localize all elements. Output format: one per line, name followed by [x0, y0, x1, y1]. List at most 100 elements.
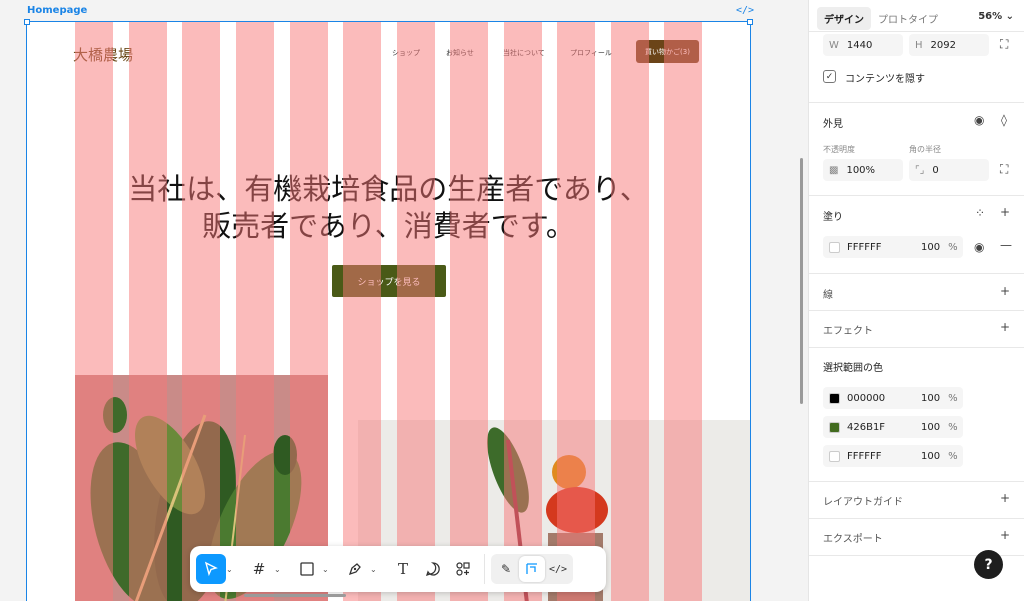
fill-color-field[interactable]: FFFFFF 100 % [823, 236, 963, 258]
color-hex: 426B1F [847, 421, 886, 433]
fill-hex: FFFFFF [847, 241, 882, 253]
divider [809, 310, 1024, 311]
color-hex: 000000 [847, 392, 886, 404]
actions-icon[interactable] [448, 554, 478, 584]
divider [809, 347, 1024, 348]
effects-section-title: エフェクト [823, 326, 873, 337]
layout-guide-section-title: レイアウトガイド [823, 497, 903, 508]
frame-tool-icon[interactable]: # [244, 554, 274, 584]
divider [809, 481, 1024, 482]
homepage-frame[interactable]: 大橋農場 ショップ お知らせ 当社について プロフィール 買い物かご(3) 当社… [26, 21, 751, 601]
color-opacity: 100 [921, 450, 941, 462]
cart-button[interactable]: 買い物かご(3) [636, 40, 699, 63]
design-canvas[interactable]: Homepage </> 大橋農場 ショップ お知らせ 当社について プロフィー… [0, 0, 808, 601]
opacity-label: 不透明度 [823, 145, 855, 154]
selection-color-row[interactable]: 426B1F 100 % [823, 416, 963, 438]
pct-sign: % [948, 421, 958, 433]
text-tool-icon[interactable]: T [388, 554, 418, 584]
move-tool-icon[interactable] [196, 554, 226, 584]
opacity-field[interactable]: ▩ 100% [823, 159, 903, 181]
independent-corners-icon[interactable]: ⛶ [1000, 162, 1008, 177]
appearance-section-title: 外見 [823, 119, 843, 130]
add-export-icon[interactable]: + [1000, 528, 1010, 542]
fill-opacity: 100 [921, 241, 941, 253]
corner-radius-field[interactable]: ⌜⌟ 0 [909, 159, 989, 181]
nav-shop[interactable]: ショップ [392, 48, 420, 58]
code-icon[interactable]: </> [736, 5, 754, 16]
hero-heading-line1: 当社は、有機栽培食品の生産者であり、 [128, 172, 649, 206]
radius-label: 角の半径 [909, 145, 941, 154]
eye-icon[interactable]: ◉ [974, 240, 984, 254]
vertical-scrollbar[interactable] [800, 158, 803, 404]
mode-switcher: ✎ </> [491, 554, 573, 584]
remove-fill-icon[interactable]: — [1000, 238, 1012, 252]
corner-radius-value: 0 [932, 164, 939, 176]
chevron-down-icon[interactable]: ⌄ [226, 565, 236, 574]
color-opacity: 100 [921, 392, 941, 404]
eye-icon[interactable]: ◉ [974, 113, 984, 127]
color-hex: FFFFFF [847, 450, 882, 462]
divider [809, 518, 1024, 519]
zoom-value: 56% [978, 11, 1003, 22]
height-value: 2092 [930, 39, 956, 51]
fill-section-title: 塗り [823, 212, 843, 223]
height-field[interactable]: H 2092 [909, 34, 989, 56]
export-section-title: エクスポート [823, 534, 883, 545]
add-effect-icon[interactable]: + [1000, 320, 1010, 334]
nav-news[interactable]: お知らせ [446, 48, 474, 58]
pct-sign: % [948, 450, 958, 462]
opacity-icon: ▩ [829, 164, 839, 176]
hero-heading-line2: 販売者であり、消費者です。 [202, 209, 575, 243]
stroke-section-title: 線 [823, 290, 833, 301]
selection-color-row[interactable]: 000000 100 % [823, 387, 963, 409]
chevron-down-icon[interactable]: ⌄ [322, 565, 332, 574]
nav-profile[interactable]: プロフィール [570, 48, 612, 58]
divider [809, 273, 1024, 274]
pct-sign: % [948, 241, 958, 253]
add-layout-guide-icon[interactable]: + [1000, 491, 1010, 505]
zoom-level[interactable]: 56% ⌄ [978, 11, 1014, 22]
styles-grid-icon[interactable]: ⁘ [975, 206, 985, 220]
blend-mode-icon[interactable]: ◊ [1001, 113, 1007, 127]
site-logo: 大橋農場 [73, 46, 134, 64]
width-label: W [829, 39, 839, 51]
design-mode-icon[interactable] [519, 556, 545, 582]
color-opacity: 100 [921, 421, 941, 433]
clip-content-checkbox[interactable]: ✓ [823, 70, 836, 83]
tab-prototype[interactable]: プロトタイプ [871, 7, 945, 30]
horizontal-scrollbar[interactable] [244, 594, 346, 597]
add-fill-icon[interactable]: + [1000, 205, 1010, 219]
divider [809, 195, 1024, 196]
help-button[interactable]: ? [974, 550, 1003, 579]
divider [809, 102, 1024, 103]
draw-mode-icon[interactable]: ✎ [493, 556, 519, 582]
divider [809, 31, 1024, 32]
chevron-down-icon: ⌄ [1005, 11, 1014, 22]
width-value: 1440 [846, 39, 873, 51]
resize-handle-top-right[interactable] [747, 19, 753, 25]
toolbar-divider [484, 554, 485, 584]
pen-tool-icon[interactable] [340, 554, 370, 584]
color-swatch[interactable] [829, 392, 840, 404]
nav-about[interactable]: 当社について [503, 48, 545, 58]
add-stroke-icon[interactable]: + [1000, 284, 1010, 298]
rectangle-tool-icon[interactable] [292, 554, 322, 584]
fill-swatch[interactable] [829, 241, 840, 253]
chevron-down-icon[interactable]: ⌄ [274, 565, 284, 574]
frame-label[interactable]: Homepage [27, 5, 87, 16]
resize-handle-top-left[interactable] [24, 19, 30, 25]
dev-mode-icon[interactable]: </> [545, 556, 571, 582]
selection-color-row[interactable]: FFFFFF 100 % [823, 445, 963, 467]
height-label: H [915, 39, 923, 51]
bottom-toolbar: ⌄ # ⌄ ⌄ ⌄ T ✎ </> [190, 546, 606, 592]
comment-tool-icon[interactable] [418, 554, 448, 584]
chevron-down-icon[interactable]: ⌄ [370, 565, 380, 574]
properties-panel: デザイン プロトタイプ 56% ⌄ W 1440 H 2092 ⛶ ✓ コンテンツを… [808, 0, 1024, 601]
tab-design[interactable]: デザイン [817, 7, 871, 30]
opacity-value: 100% [846, 164, 876, 176]
color-swatch[interactable] [829, 450, 840, 462]
shop-button[interactable]: ショップを見る [332, 265, 446, 297]
color-swatch[interactable] [829, 421, 840, 433]
width-field[interactable]: W 1440 [823, 34, 903, 56]
resize-to-fit-icon[interactable]: ⛶ [1000, 37, 1008, 52]
